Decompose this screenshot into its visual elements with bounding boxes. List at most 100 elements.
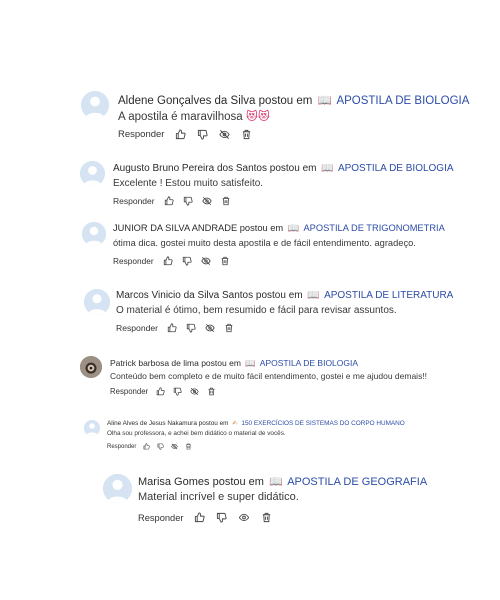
avatar[interactable] (84, 420, 100, 436)
reply-button[interactable]: Responder (110, 387, 148, 396)
like-icon[interactable] (156, 387, 165, 396)
like-icon[interactable] (194, 512, 206, 523)
comment-actions: Responder (113, 256, 230, 266)
comment-actions: Responder (138, 512, 272, 523)
comment-actions: Responder (110, 387, 216, 396)
posted-in-text: postou em (269, 163, 317, 174)
product-link[interactable]: APOSTILA DE BIOLOGIA (338, 163, 454, 174)
author-name[interactable]: Aldene Gonçalves da Silva (118, 95, 255, 107)
comment-header: Marisa Gomes postou em 📖 APOSTILA DE GEO… (138, 475, 427, 488)
dislike-icon[interactable] (173, 387, 182, 396)
comment-header: Augusto Bruno Pereira dos Santos postou … (113, 163, 454, 174)
like-icon[interactable] (163, 256, 173, 266)
posted-in-text: postou em (255, 290, 303, 301)
avatar[interactable] (84, 289, 110, 315)
trash-icon[interactable] (221, 196, 231, 206)
posted-in-text: postou em (212, 476, 264, 488)
author-name[interactable]: Patrick barbosa de lima (110, 358, 199, 368)
user-silhouette-icon (82, 222, 106, 246)
avatar[interactable] (81, 91, 109, 119)
comment-body: Conteúdo bem completo e de muito fácil e… (110, 371, 428, 381)
dislike-icon[interactable] (182, 256, 192, 266)
avatar[interactable] (80, 161, 105, 186)
comment-text: ótima dica. gostei muito desta apostila … (113, 238, 416, 248)
hide-icon[interactable] (219, 129, 231, 140)
trash-icon[interactable] (185, 443, 192, 450)
posted-in-text: postou em (239, 223, 284, 233)
eye-icon[interactable] (238, 512, 250, 523)
product-link[interactable]: 150 EXERCÍCIOS DE SISTEMAS DO CORPO HUMA… (241, 420, 404, 427)
avatar[interactable] (82, 222, 106, 246)
hide-icon[interactable] (201, 196, 212, 206)
trash-icon[interactable] (261, 512, 272, 523)
trash-icon[interactable] (220, 256, 230, 266)
author-name[interactable]: JUNIOR DA SILVA ANDRADE (113, 223, 237, 233)
trash-icon[interactable] (207, 387, 216, 396)
comment-text: O material é ótimo, bem resumido e fácil… (116, 305, 397, 316)
book-icon: 📖 (321, 163, 334, 174)
like-icon[interactable] (143, 443, 151, 450)
user-silhouette-icon (81, 91, 109, 119)
avatar[interactable] (103, 474, 132, 503)
dislike-icon[interactable] (186, 323, 196, 333)
user-silhouette-icon (84, 420, 100, 436)
dislike-icon[interactable] (197, 129, 209, 140)
comment-text: Olha sou professora, e achei bem didátic… (107, 430, 286, 437)
comment-actions: Responder (118, 129, 252, 140)
author-name[interactable]: Marisa Gomes (138, 476, 210, 488)
product-link[interactable]: APOSTILA DE LITERATURA (324, 290, 453, 301)
comment-body: O material é ótimo, bem resumido e fácil… (116, 305, 397, 316)
comment-text: A apostila é maravilhosa 😻😻 (118, 109, 270, 123)
comment-body: Excelente ! Estou muito satisfeito. (113, 178, 264, 189)
user-silhouette-icon (80, 161, 105, 186)
posted-in-text: postou em (201, 358, 241, 368)
dislike-icon[interactable] (183, 196, 193, 206)
hide-icon[interactable] (171, 443, 179, 450)
author-name[interactable]: Marcos Vinicio da Silva Santos (116, 290, 253, 301)
like-icon[interactable] (167, 323, 177, 333)
like-icon[interactable] (164, 196, 174, 206)
book-icon: 📖 (269, 476, 283, 488)
dislike-icon[interactable] (157, 443, 165, 450)
hide-icon[interactable] (200, 256, 211, 266)
reply-button[interactable]: Responder (116, 323, 158, 333)
like-icon[interactable] (175, 129, 187, 140)
reply-button[interactable]: Responder (107, 444, 136, 450)
hide-icon[interactable] (205, 323, 215, 333)
comment-text: Material incrível e super didático. (138, 491, 299, 503)
comment-actions: Responder (107, 443, 192, 450)
product-link[interactable]: APOSTILA DE BIOLOGIA (336, 95, 469, 107)
reply-button[interactable]: Responder (113, 196, 155, 206)
book-icon: 📖 (317, 95, 332, 107)
product-link[interactable]: APOSTILA DE BIOLOGIA (260, 358, 358, 368)
reply-button[interactable]: Responder (113, 256, 154, 266)
user-silhouette-icon (103, 474, 132, 503)
trash-icon[interactable] (241, 129, 252, 140)
comment-body: Material incrível e super didático. (138, 491, 299, 503)
comment-body: Olha sou professora, e achei bem didátic… (107, 430, 286, 437)
hide-icon[interactable] (190, 387, 199, 396)
reply-button[interactable]: Responder (118, 129, 164, 140)
comment-header: Patrick barbosa de lima postou em 📖 APOS… (110, 358, 358, 369)
comment-body: A apostila é maravilhosa (118, 111, 243, 123)
user-photo-icon (80, 356, 102, 378)
trash-icon[interactable] (224, 323, 234, 333)
comment-header: Aline Alves de Jesus Nakamura postou em … (107, 419, 405, 427)
posted-in-text: postou em (198, 420, 229, 427)
product-link[interactable]: APOSTILA DE TRIGONOMETRIA (303, 223, 444, 233)
comment-header: JUNIOR DA SILVA ANDRADE postou em 📖 APOS… (113, 223, 445, 234)
reply-button[interactable]: Responder (138, 513, 183, 523)
comment-text: Excelente ! Estou muito satisfeito. (113, 178, 263, 189)
product-link[interactable]: APOSTILA DE GEOGRAFIA (287, 476, 427, 488)
author-name[interactable]: Aline Alves de Jesus Nakamura (107, 420, 197, 427)
writing-hand-icon: ✍ (232, 420, 238, 427)
book-icon: 📖 (307, 290, 320, 301)
author-name[interactable]: Augusto Bruno Pereira dos Santos (113, 163, 267, 174)
book-icon: 📖 (287, 223, 300, 233)
posted-in-text: postou em (258, 95, 313, 107)
comment-header: Marcos Vinicio da Silva Santos postou em… (116, 290, 453, 301)
avatar[interactable] (80, 356, 102, 378)
comment-body: ótima dica. gostei muito desta apostila … (113, 238, 416, 248)
dislike-icon[interactable] (216, 512, 228, 523)
comment-text: Conteúdo bem completo e de muito fácil e… (110, 371, 427, 381)
